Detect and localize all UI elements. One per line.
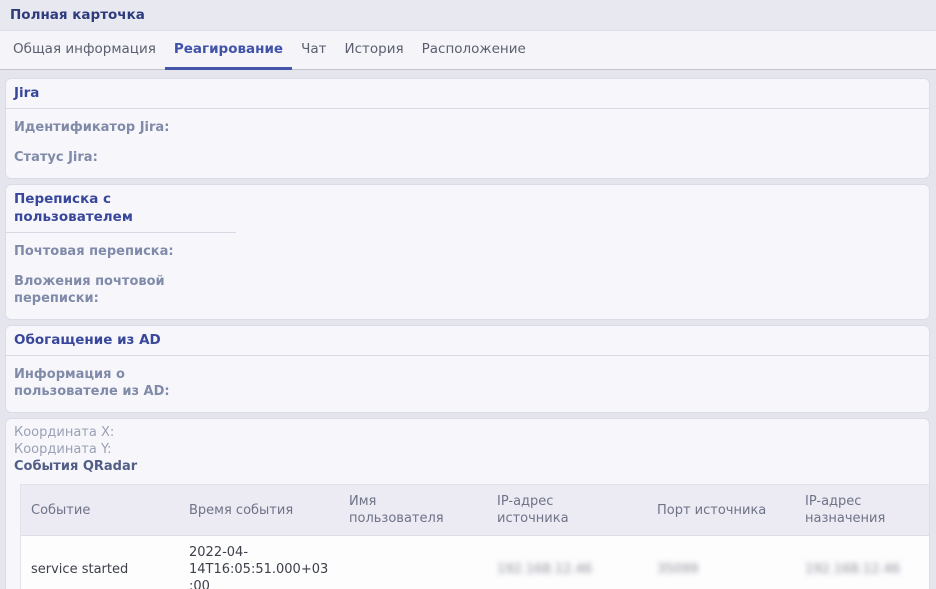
tab-bar: Общая информация Реагирование Чат Истори… <box>0 31 936 70</box>
tab-general-info[interactable]: Общая информация <box>4 31 165 70</box>
section-ad-enrichment: Обогащение из AD Информация о пользовате… <box>5 325 930 413</box>
field-ad-user-info-label: Информация о пользователе из AD: <box>14 366 224 400</box>
field-jira-id-label: Идентификатор Jira: <box>14 119 224 136</box>
tab-response[interactable]: Реагирование <box>165 31 292 70</box>
table-row[interactable]: service started 2022-04-14T16:05:51.000+… <box>21 536 930 589</box>
qradar-events-title: События QRadar <box>14 458 929 475</box>
column-header-source-ip[interactable]: IP-адрес источника <box>487 485 647 535</box>
cell-event-time: 2022-04-14T16:05:51.000+03:00 <box>179 536 339 589</box>
cell-source-port: 35099 <box>647 536 795 589</box>
tab-chat[interactable]: Чат <box>292 31 335 70</box>
page-title: Полная карточка <box>10 7 145 23</box>
section-ad-enrichment-title: Обогащение из AD <box>6 326 929 356</box>
section-user-correspondence-title: Переписка с пользователем <box>6 185 236 233</box>
window-title-bar: Полная карточка <box>0 0 936 31</box>
coordinate-x-label: Координата X: <box>14 425 929 442</box>
field-jira-status: Статус Jira: <box>14 149 921 166</box>
field-mail-correspondence: Почтовая переписка: <box>14 243 921 260</box>
cell-destination-ip: 192.168.12.46 <box>795 536 930 589</box>
section-jira: Jira Идентификатор Jira: Статус Jira: <box>5 78 930 179</box>
field-mail-attachments: Вложения почтовой переписки: <box>14 273 921 307</box>
qradar-events-table: Событие Время события Имя пользователя I… <box>20 484 930 589</box>
column-header-event[interactable]: Событие <box>21 485 179 535</box>
column-header-event-time[interactable]: Время события <box>179 485 339 535</box>
field-jira-status-label: Статус Jira: <box>14 149 224 166</box>
cell-username <box>339 536 487 589</box>
tab-location[interactable]: Расположение <box>413 31 535 70</box>
section-jira-title: Jira <box>6 79 929 109</box>
response-tab-content: Jira Идентификатор Jira: Статус Jira: Пе… <box>0 70 936 589</box>
section-qradar-events: Координата X: Координата Y: События QRad… <box>5 418 930 589</box>
field-ad-user-info: Информация о пользователе из AD: <box>14 366 921 400</box>
section-user-correspondence: Переписка с пользователем Почтовая переп… <box>5 184 930 320</box>
field-mail-attachments-label: Вложения почтовой переписки: <box>14 273 224 307</box>
field-jira-id: Идентификатор Jira: <box>14 119 921 136</box>
coordinate-y-label: Координата Y: <box>14 442 929 459</box>
tab-history[interactable]: История <box>336 31 413 70</box>
table-header-row: Событие Время события Имя пользователя I… <box>21 485 930 536</box>
full-card-page: Полная карточка Общая информация Реагиро… <box>0 0 936 589</box>
column-header-source-port[interactable]: Порт источника <box>647 485 795 535</box>
column-header-username[interactable]: Имя пользователя <box>339 485 487 535</box>
cell-source-ip: 192.168.12.46 <box>487 536 647 589</box>
column-header-destination-ip[interactable]: IP-адрес назначения <box>795 485 930 535</box>
cell-event: service started <box>21 536 179 589</box>
field-mail-correspondence-label: Почтовая переписка: <box>14 243 224 260</box>
